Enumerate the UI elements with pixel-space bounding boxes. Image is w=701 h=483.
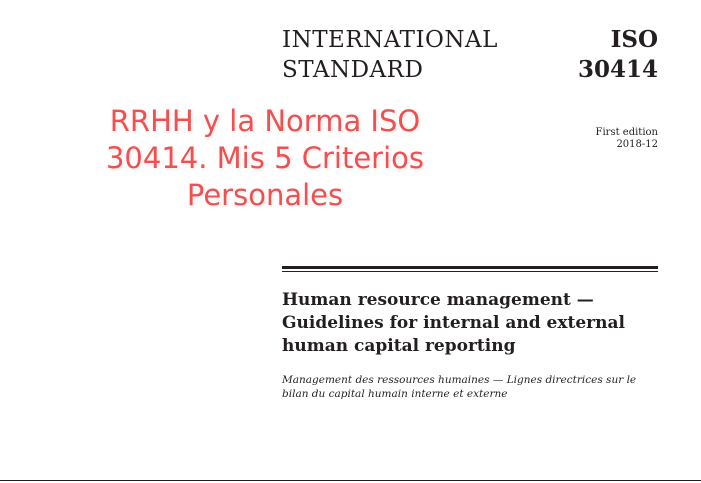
standard-type-heading: INTERNATIONAL STANDARD: [282, 25, 498, 85]
document-title-line3: human capital reporting: [282, 336, 516, 356]
title-rule-thin: [282, 271, 658, 272]
standard-type-line1: INTERNATIONAL: [282, 27, 498, 53]
document-title-line2: Guidelines for internal and external: [282, 313, 625, 333]
iso-code-line1: ISO: [610, 26, 658, 53]
document-title-line1: Human resource management —: [282, 290, 594, 310]
iso-code-line2: 30414: [577, 56, 658, 83]
overlay-line1: RRHH y la Norma ISO: [109, 104, 421, 138]
edition-info: First edition 2018-12: [596, 127, 658, 151]
document-title: Human resource management — Guidelines f…: [282, 289, 672, 358]
french-title-line2: bilan du capital humain interne et exter…: [282, 388, 508, 400]
edition-date: 2018-12: [616, 139, 658, 150]
bottom-rule: [0, 480, 701, 481]
overlay-caption: RRHH y la Norma ISO 30414. Mis 5 Criteri…: [70, 103, 460, 214]
edition-label: First edition: [595, 127, 658, 138]
standard-type-line2: STANDARD: [282, 57, 424, 83]
iso-code: ISO 30414: [578, 25, 658, 85]
french-title: Management des ressources humaines — Lig…: [282, 373, 682, 401]
overlay-line3: Personales: [186, 178, 344, 212]
overlay-line2: 30414. Mis 5 Criterios: [105, 141, 425, 175]
title-rule-thick: [282, 266, 658, 269]
french-title-line1: Management des ressources humaines — Lig…: [282, 374, 637, 386]
